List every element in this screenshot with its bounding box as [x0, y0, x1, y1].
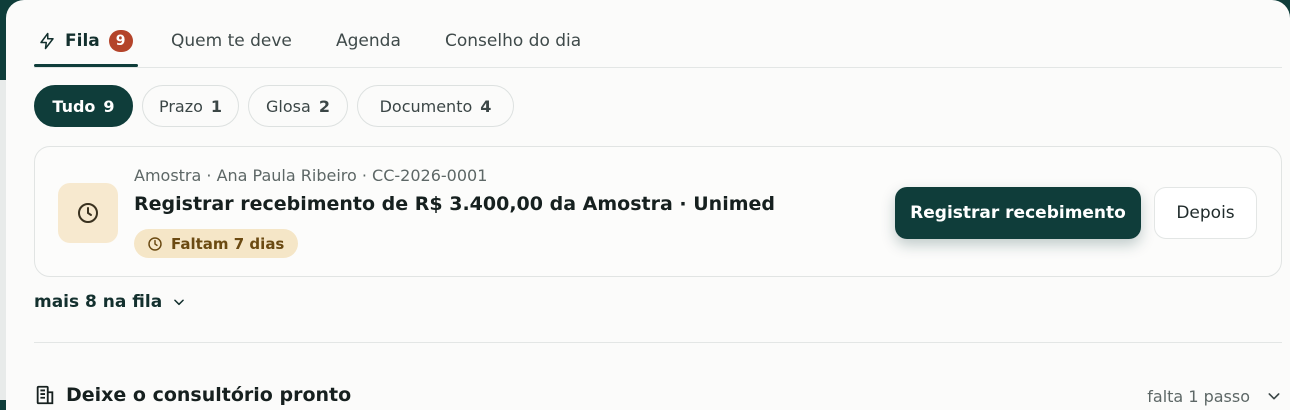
task-card: Amostra · Ana Paula Ribeiro · CC-2026-00… — [34, 146, 1282, 277]
filter-chip-tudo[interactable]: Tudo 9 — [34, 85, 133, 127]
active-tab-indicator — [34, 64, 138, 67]
tab-conselho-label: Conselho do dia — [445, 31, 582, 51]
show-more-label: mais 8 na fila — [34, 292, 163, 312]
main-panel: Fila 9 Quem te deve Agenda Conselho do d… — [6, 0, 1290, 410]
filter-label: Tudo — [52, 96, 96, 116]
task-title: Registrar recebimento de R$ 3.400,00 da … — [134, 193, 775, 215]
chevron-down-icon — [1268, 393, 1280, 400]
tab-agenda-label: Agenda — [336, 31, 401, 51]
tab-quem-te-deve-label: Quem te deve — [171, 31, 292, 51]
chevron-down-icon — [174, 299, 185, 306]
tab-agenda[interactable]: Agenda — [336, 28, 401, 54]
register-payment-button[interactable]: Registrar recebimento — [895, 187, 1141, 239]
tab-quem-te-deve[interactable]: Quem te deve — [171, 28, 292, 54]
filter-chip-glosa[interactable]: Glosa 2 — [248, 85, 348, 127]
section-status: falta 1 passo — [1147, 387, 1250, 406]
filter-count: 4 — [480, 96, 492, 116]
tab-bar: Fila 9 Quem te deve Agenda Conselho do d… — [34, 0, 1282, 68]
deadline-badge: Faltam 7 dias — [134, 229, 299, 258]
setup-section-header[interactable]: Deixe o consultório pronto falta 1 passo — [34, 382, 1282, 410]
filter-label: Documento — [379, 96, 473, 116]
filter-chip-prazo[interactable]: Prazo 1 — [142, 85, 239, 127]
filter-label: Prazo — [158, 96, 203, 116]
small-clock-icon — [148, 236, 162, 251]
tab-fila[interactable]: Fila 9 — [38, 28, 133, 54]
building-icon — [36, 385, 54, 405]
tab-fila-label: Fila — [65, 31, 100, 51]
queue-count-badge: 9 — [108, 30, 133, 52]
filter-label: Glosa — [266, 96, 311, 116]
filter-count: 9 — [103, 96, 115, 116]
section-title: Deixe o consultório pronto — [66, 384, 352, 406]
divider — [34, 342, 1282, 343]
show-more-queue[interactable]: mais 8 na fila — [34, 292, 186, 312]
filter-chip-documento[interactable]: Documento 4 — [357, 85, 514, 127]
lightning-icon — [40, 32, 54, 50]
tab-conselho-do-dia[interactable]: Conselho do dia — [445, 28, 581, 54]
filter-count: 2 — [318, 96, 330, 116]
clock-icon — [58, 183, 118, 243]
filter-count: 1 — [210, 96, 223, 116]
later-button[interactable]: Depois — [1154, 187, 1257, 239]
deadline-text: Faltam 7 dias — [171, 234, 285, 253]
task-meta: Amostra · Ana Paula Ribeiro · CC-2026-00… — [134, 166, 488, 185]
